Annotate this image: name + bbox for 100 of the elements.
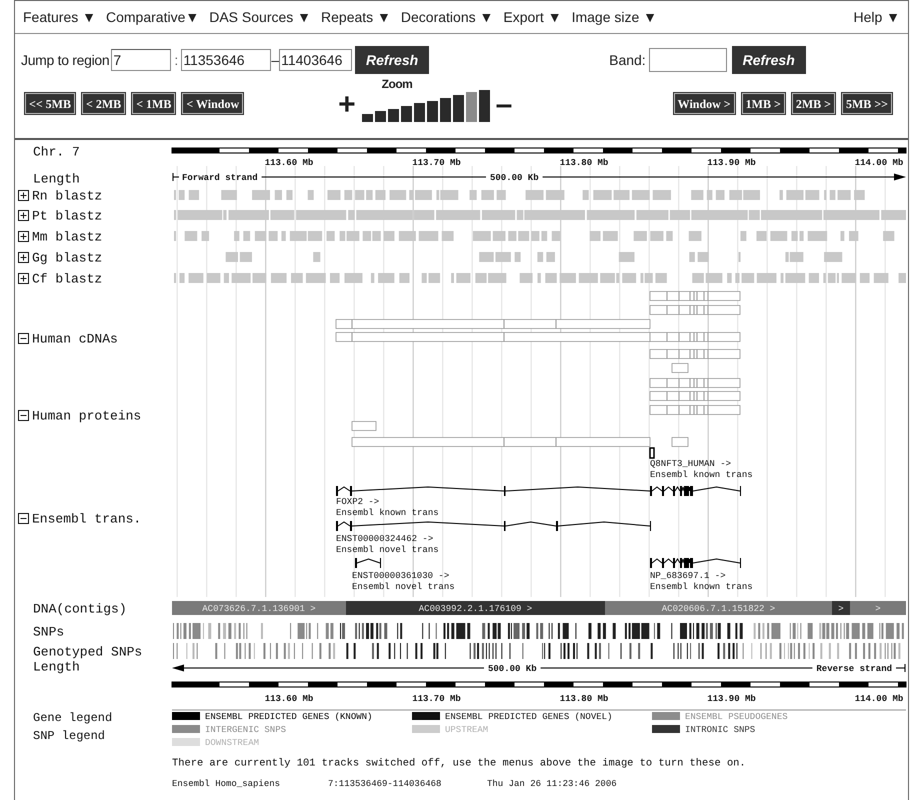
navigation-button[interactable]: 1MB >: [742, 93, 785, 114]
separator-text: :: [174, 50, 178, 70]
expand-icon[interactable]: [18, 231, 29, 242]
refresh-button[interactable]: Refresh: [732, 46, 806, 74]
legend-label: ENSEMBL PREDICTED GENES (KNOWN): [205, 712, 372, 722]
track-label: Length: [33, 172, 80, 187]
menu-item[interactable]: Image size ▼: [572, 6, 658, 28]
footer-text: 7:113536469-114036468: [328, 779, 442, 790]
legend-title: SNP legend: [33, 729, 106, 744]
expand-icon[interactable]: [18, 273, 29, 284]
transcript-name-label: ENST00000361030 ->: [352, 571, 450, 582]
zoom-level-bar[interactable]: [388, 108, 399, 122]
track-label: Cf blastz: [32, 272, 102, 287]
track-label: Human cDNAs: [32, 332, 118, 347]
menu-item[interactable]: Decorations ▼: [400, 6, 494, 28]
scale-tick-label: 113.70 Mb: [412, 158, 461, 168]
footer-text: Ensembl Homo_sapiens: [172, 779, 280, 790]
legend-label: ENSEMBL PSEUDOGENES: [685, 712, 788, 722]
start-field[interactable]: 11353646: [181, 49, 272, 71]
transcript-name-label: NP_683697.1 ->: [650, 571, 726, 582]
navigation-button[interactable]: 2MB >: [792, 93, 835, 114]
navigation-button[interactable]: < 2MB: [82, 93, 126, 114]
contig-label: >: [838, 604, 844, 614]
field-label: Jump to region: [21, 50, 110, 70]
contig-label: AC020606.7.1.151822 >: [662, 604, 776, 614]
transcript-type-label: Ensembl novel trans: [352, 582, 455, 592]
collapse-icon[interactable]: [18, 513, 29, 524]
menu-item[interactable]: Repeats ▼: [321, 6, 391, 28]
length-label: 500.00 Kb: [490, 173, 539, 184]
zoom-level-bar[interactable]: [362, 114, 373, 122]
track-label: SNPs: [33, 624, 64, 640]
scale-tick-label: 114.00 Mb: [854, 694, 904, 704]
navigation-button[interactable]: << 5MB: [25, 93, 76, 114]
transcript-model-drawing: [355, 558, 381, 568]
legend-title: Gene legend: [33, 711, 112, 726]
zoom-level-bar[interactable]: [414, 103, 425, 122]
zoom-level-bar[interactable]: [374, 111, 386, 122]
track-label: Chr. 7: [33, 144, 80, 160]
track-label: Length: [33, 660, 80, 675]
scale-tick-label: 113.60 Mb: [264, 694, 314, 704]
menu-item[interactable]: Export ▼: [503, 6, 562, 28]
scale-tick-label: 113.80 Mb: [560, 158, 608, 168]
transcript-name-label: FOXP2 ->: [336, 497, 380, 508]
field-label: Band:: [609, 50, 646, 70]
transcript-type-label: Ensembl novel trans: [336, 545, 439, 556]
protein-match-drawing: [649, 447, 655, 459]
scale-tick-label: 113.90 Mb: [707, 694, 756, 704]
track-label: Genotyped SNPs: [33, 644, 142, 660]
separator-text: –: [271, 50, 280, 70]
scale-tick-label: 114.00 Mb: [854, 158, 904, 168]
strand-label: Forward strand: [182, 173, 258, 184]
legend-label: ENSEMBL PREDICTED GENES (NOVEL): [445, 712, 612, 722]
navigation-button[interactable]: < 1MB: [132, 93, 176, 114]
navigation-button[interactable]: < Window: [182, 93, 244, 114]
band-field[interactable]: [648, 48, 727, 72]
zoom-level-bar[interactable]: [452, 95, 464, 122]
refresh-button[interactable]: Refresh: [355, 46, 430, 74]
collapse-icon[interactable]: [18, 333, 29, 344]
track-label: Human proteins: [32, 408, 142, 424]
menu-item[interactable]: DAS Sources ▼: [209, 6, 312, 28]
scale-tick-label: 113.60 Mb: [264, 158, 314, 168]
legend-label: UPSTREAM: [445, 725, 488, 736]
expand-icon[interactable]: [18, 252, 29, 263]
track-label: DNA(contigs): [33, 602, 127, 617]
navigation-button[interactable]: 5MB >>: [842, 93, 892, 114]
transcript-name-label: ENST00000324462 ->: [336, 534, 434, 544]
legend-label: INTERGENIC SNPS: [205, 725, 286, 736]
zoom-level-bar[interactable]: [400, 106, 412, 122]
help-menu[interactable]: Help ▼: [853, 6, 900, 28]
transcript-name-label: Q8NFT3_HUMAN ->: [650, 459, 732, 470]
navigation-button[interactable]: Window >: [674, 93, 735, 114]
contig-label: AC073626.7.1.136901 >: [202, 604, 316, 614]
legend-label: INTRONIC SNPS: [685, 725, 756, 736]
end-field[interactable]: 11403646: [279, 49, 352, 71]
zoom-level-bar[interactable]: [440, 98, 451, 122]
transcript-type-label: Ensembl known trans: [336, 508, 439, 518]
expand-icon[interactable]: [18, 210, 29, 221]
track-label: Rn blastz: [32, 188, 102, 204]
footer-text: Thu Jan 26 11:23:46 2006: [487, 779, 617, 790]
legend-label: DOWNSTREAM: [205, 738, 260, 748]
track-label: Pt blastz: [32, 208, 102, 224]
collapse-icon[interactable]: [18, 410, 29, 421]
transcript-type-label: Ensembl known trans: [650, 582, 753, 592]
strand-label: Reverse strand: [816, 664, 892, 674]
menu-item[interactable]: Comparative▼: [106, 6, 200, 28]
scale-tick-label: 113.70 Mb: [412, 694, 461, 704]
zoom-out-button[interactable]: –: [496, 90, 512, 120]
scale-tick-label: 113.80 Mb: [560, 694, 608, 704]
track-label: Mm blastz: [32, 230, 102, 245]
track-label: Gg blastz: [32, 250, 102, 266]
chromosome-field[interactable]: 7: [111, 49, 172, 71]
zoom-label: Zoom: [382, 78, 414, 90]
zoom-level-bar[interactable]: [478, 90, 490, 122]
zoom-in-button[interactable]: +: [338, 90, 356, 120]
track-label: Ensembl trans.: [32, 512, 142, 527]
zoom-level-bar[interactable]: [426, 100, 438, 122]
scale-tick-label: 113.90 Mb: [707, 158, 756, 168]
length-label: 500.00 Kb: [488, 664, 537, 674]
menu-item[interactable]: Features ▼: [23, 6, 96, 28]
expand-icon[interactable]: [18, 190, 29, 201]
